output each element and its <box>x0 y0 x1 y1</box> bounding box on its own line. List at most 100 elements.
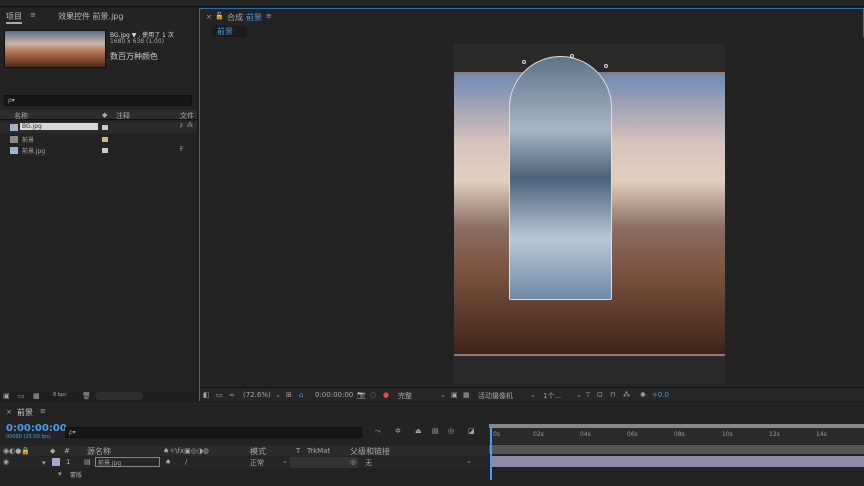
search-icon: ρ▾ <box>69 429 76 436</box>
arch-mask-layer[interactable] <box>509 56 612 300</box>
timeline-search-input[interactable]: ρ▾ <box>65 427 362 438</box>
new-folder-icon[interactable]: ▭ <box>18 392 25 400</box>
close-icon[interactable]: × <box>6 408 12 416</box>
composition-flowchart-icon[interactable]: ⤳ <box>375 427 381 436</box>
col-comment[interactable]: 注释 <box>116 111 130 121</box>
switches-icons: ♠✧\fx▣◎◑◍ <box>163 447 210 455</box>
exposure-value[interactable]: +0.0 <box>652 391 669 399</box>
label-color[interactable] <box>102 137 108 142</box>
tab-timeline[interactable]: 前景 <box>17 407 33 418</box>
exposure-icon[interactable]: ✺ <box>640 391 646 399</box>
monitor-icon[interactable]: ▭ <box>216 391 223 399</box>
label-color[interactable] <box>52 458 60 466</box>
project-item[interactable]: 前景 <box>0 134 197 145</box>
motion-blur-icon[interactable]: ◎ <box>448 427 454 435</box>
grid-icon[interactable]: ⊞ <box>286 391 292 399</box>
show-snapshot-icon[interactable]: ◌ <box>370 391 376 399</box>
label-icon: ◆ <box>50 447 56 455</box>
zoom-dropdown[interactable]: (72.6%) <box>243 391 271 399</box>
lock-icon[interactable]: 🔓 <box>215 12 224 20</box>
draft-3d-icon[interactable]: ✲ <box>395 427 401 435</box>
footage-colors: 数百万种颜色 <box>110 52 158 61</box>
menu-icon[interactable]: ≡ <box>40 407 46 415</box>
vr-icon[interactable]: ∞ <box>229 391 235 399</box>
trkmat-dropdown[interactable] <box>290 457 358 468</box>
chevron-down-icon[interactable]: ⌄ <box>576 391 582 399</box>
col-mode[interactable]: 模式 <box>250 446 266 457</box>
expand-icon[interactable]: ▾ <box>42 459 46 467</box>
bpc-button[interactable]: 8 bpc <box>53 392 67 398</box>
camera-icon[interactable]: 📷 <box>357 391 366 399</box>
fast-preview-icon[interactable]: ⊡ <box>597 391 603 399</box>
bezier-handle[interactable] <box>604 64 608 68</box>
shy-switch-icon[interactable]: ♠ <box>165 458 171 466</box>
layer-row[interactable]: ◉ ▾ 1 ▤ 前景.jpg ♠ / 正常 ⌄ ◎ 无 ⌄ <box>0 457 488 468</box>
color-channel-icon[interactable]: ● <box>383 391 389 399</box>
close-icon[interactable]: × <box>206 13 212 21</box>
col-trkmat[interactable]: TrkMat <box>307 447 330 455</box>
masks-group[interactable]: 蒙版 <box>70 470 82 479</box>
resolution-dropdown[interactable]: 完整 <box>398 391 412 401</box>
project-footer: ▣ ▭ ▩ 8 bpc 🗑 <box>0 391 197 401</box>
layer-name[interactable]: 前景.jpg <box>95 457 160 467</box>
tab-project[interactable]: 项目 <box>6 11 22 24</box>
col-source-name[interactable]: 源名称 <box>87 446 111 457</box>
menu-icon[interactable]: ≡ <box>30 11 36 19</box>
flowchart-icon[interactable]: ⁂ <box>187 122 193 129</box>
current-time[interactable]: 0:00:00:00 <box>315 391 353 399</box>
av-switches-icon: ◉◐●🔒 <box>3 447 31 455</box>
tab-composition[interactable]: 前景 <box>246 12 262 23</box>
region-of-interest-icon[interactable]: ▣ <box>451 391 458 399</box>
chevron-down-icon[interactable]: ⌄ <box>530 391 536 399</box>
bezier-handle[interactable] <box>570 54 574 58</box>
menu-icon[interactable]: ≡ <box>266 12 272 20</box>
layer-duration-bar[interactable] <box>491 456 864 467</box>
thumbnail-slider[interactable] <box>95 392 143 400</box>
chevron-down-icon[interactable]: ⌄ <box>275 391 281 399</box>
viewer-toolbar: ◧ ▭ ∞ (72.6%) ⌄ ⊞ ⌂ 0:00:00:00 📷 ◌ ● 完整 … <box>200 387 864 401</box>
expand-icon[interactable]: ▾ <box>58 470 62 478</box>
transparency-grid-icon[interactable]: ▦ <box>463 391 470 399</box>
graph-editor-icon[interactable]: ◪ <box>468 427 475 435</box>
frame-blending-icon[interactable]: ▤ <box>432 427 439 435</box>
eye-icon[interactable]: ◉ <box>3 458 9 466</box>
chevron-down-icon[interactable]: ⌄ <box>440 391 446 399</box>
comp-duration-bar <box>489 445 864 454</box>
timeline-timecode[interactable]: 0:00:00:00 <box>6 423 67 434</box>
ruler-tick: 0s <box>493 431 500 438</box>
views-dropdown[interactable]: 1个... <box>543 391 561 401</box>
quality-switch-icon[interactable]: / <box>185 458 187 466</box>
chevron-down-icon[interactable]: ⌄ <box>282 457 288 465</box>
mode-dropdown[interactable]: 正常 <box>250 458 264 468</box>
label-color[interactable] <box>102 125 108 130</box>
label-color[interactable] <box>102 148 108 153</box>
project-item[interactable]: 前景.jpg F <box>0 145 197 156</box>
toggle-pixel-icon[interactable]: ⊤ <box>585 391 591 399</box>
trash-icon[interactable]: 🗑 <box>82 392 91 400</box>
project-search-input[interactable]: ρ▾ <box>4 95 192 106</box>
mask-visibility-icon[interactable]: ⌂ <box>299 391 303 399</box>
col-file[interactable]: 文件 <box>180 111 194 121</box>
shy-layers-icon[interactable]: ⏏ <box>415 427 422 435</box>
interpret-footage-icon[interactable]: ▣ <box>3 392 10 400</box>
tab-effect-controls[interactable]: 效果控件 前景.jpg <box>58 11 123 22</box>
time-ruler[interactable]: 0s 02s 04s 06s 08s 10s 12s 14s <box>489 428 864 444</box>
new-composition-icon[interactable]: ▩ <box>33 392 40 400</box>
preserve-transparency-icon: T <box>296 447 301 455</box>
bezier-handle[interactable] <box>522 60 526 64</box>
chevron-down-icon[interactable]: ⌄ <box>466 457 472 465</box>
project-item[interactable]: BG.jpg F ⁂ <box>0 122 197 133</box>
index-header: # <box>64 447 70 455</box>
pickwhip-icon[interactable]: ◎ <box>350 458 356 466</box>
always-preview-icon[interactable]: ◧ <box>203 391 210 399</box>
camera-dropdown[interactable]: 活动摄像机 <box>478 391 513 401</box>
ruler-tick: 08s <box>674 431 685 438</box>
flowchart-icon[interactable]: ⁂ <box>623 391 630 399</box>
col-name[interactable]: 名称 <box>14 111 28 121</box>
breadcrumb[interactable]: 前景 <box>212 26 247 37</box>
col-parent[interactable]: 父级和链接 <box>350 446 390 457</box>
playhead[interactable] <box>490 428 492 480</box>
parent-dropdown[interactable]: 无 <box>365 458 372 468</box>
toolbar <box>0 0 864 7</box>
timeline-icon[interactable]: ⊓ <box>610 391 615 399</box>
